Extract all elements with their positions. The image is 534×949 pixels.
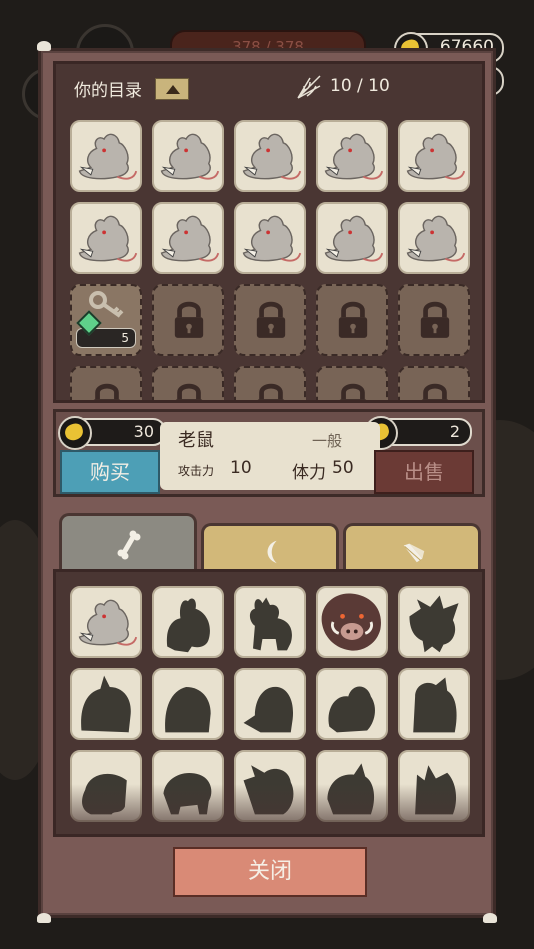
rat-icon (160, 215, 220, 262)
silhouette-icon (409, 595, 459, 653)
feather-icon (403, 543, 425, 563)
inventory-slot-rat[interactable] (152, 120, 224, 192)
inventory-slot-rat[interactable] (152, 202, 224, 274)
bestiary-cell-unknown[interactable] (70, 668, 142, 740)
inventory-slot-locked[interactable] (316, 284, 388, 356)
bone-icon (117, 530, 141, 560)
buy-price-value: 30 (133, 422, 154, 441)
silhouette-icon (249, 597, 292, 651)
rat-icon (78, 215, 138, 262)
rat-icon (78, 133, 138, 180)
collapse-toggle-button[interactable] (155, 78, 189, 100)
lock-icon (174, 301, 204, 338)
item-name: 老鼠 (178, 430, 214, 451)
lock-icon (420, 301, 450, 338)
close-button[interactable]: 关闭 (173, 847, 367, 897)
bestiary-cell-unknown[interactable] (234, 668, 306, 740)
lock-icon (339, 383, 367, 400)
rat-icon (242, 133, 302, 180)
lock-icon (175, 383, 203, 400)
inventory-slot-rat[interactable] (398, 120, 470, 192)
tab-claws[interactable] (201, 523, 339, 575)
inventory-slot-locked[interactable] (234, 284, 306, 356)
bestiary-cell-unknown[interactable] (234, 586, 306, 658)
tab-feathers[interactable] (343, 523, 481, 575)
stamina-label: 体力 (292, 463, 326, 483)
buy-price: 30 (58, 416, 166, 450)
bestiary-cell-unknown[interactable] (398, 586, 470, 658)
lock-icon (338, 301, 368, 338)
inventory-slot-locked[interactable] (70, 366, 142, 400)
inventory-slot-locked[interactable] (152, 284, 224, 356)
inventory-slot-rat[interactable] (234, 120, 306, 192)
boar-icon (321, 593, 381, 651)
item-stats-card: 老鼠 一般 攻击力 10 体力 50 (160, 422, 380, 490)
tab-bones[interactable] (59, 513, 197, 573)
rat-icon (78, 599, 138, 646)
inventory-slot-rat[interactable] (70, 202, 142, 274)
inventory-slot-locked[interactable] (398, 366, 470, 400)
corner-ornament (37, 41, 51, 51)
inventory-slot-key[interactable]: 5 (70, 284, 142, 356)
silhouette-icon (328, 686, 376, 733)
bestiary-cell-unknown[interactable] (152, 586, 224, 658)
silhouette-icon (81, 675, 131, 733)
bestiary-cell-unknown[interactable] (398, 668, 470, 740)
buy-button[interactable]: 购买 (60, 450, 160, 494)
bestiary-grid (53, 569, 485, 837)
stamina-value: 50 (332, 458, 354, 478)
inventory-title: 你的目录 (74, 81, 142, 101)
inventory-slot-locked[interactable] (234, 366, 306, 400)
bestiary-cell-rat[interactable] (70, 586, 142, 658)
silhouette-icon (165, 687, 211, 733)
sell-price: 2 (364, 416, 472, 450)
inventory-slot-rat[interactable] (398, 202, 470, 274)
web-icon (297, 75, 321, 99)
gold-coin-icon (58, 416, 92, 450)
claw-icon (267, 540, 277, 564)
rat-icon (324, 133, 384, 180)
item-rarity: 一般 (312, 432, 343, 450)
lock-icon (256, 301, 286, 338)
inventory-slot-locked[interactable] (316, 366, 388, 400)
inventory-slot-rat[interactable] (234, 202, 306, 274)
sell-button[interactable]: 出售 (374, 450, 474, 494)
lock-icon (421, 383, 449, 400)
rat-icon (406, 133, 466, 180)
item-info-panel: 30 2 老鼠 一般 攻击力 10 体力 50 购买 出售 (53, 409, 485, 497)
silhouette-icon (413, 677, 457, 733)
silhouette-icon (166, 598, 210, 653)
rat-icon (324, 215, 384, 262)
attack-label: 攻击力 (178, 464, 215, 478)
rat-icon (242, 215, 302, 262)
rat-icon (406, 215, 466, 262)
inventory-slot-rat[interactable] (316, 120, 388, 192)
inventory-slot-locked[interactable] (152, 366, 224, 400)
bestiary-cell-unknown[interactable] (152, 668, 224, 740)
bestiary-cell-unknown[interactable] (316, 668, 388, 740)
sell-price-value: 2 (449, 422, 460, 441)
inventory-slot-rat[interactable] (316, 202, 388, 274)
rat-icon (160, 133, 220, 180)
lock-icon (257, 383, 285, 400)
scroll-fade (56, 784, 482, 834)
silhouette-icon (243, 686, 294, 733)
corner-ornament (37, 913, 51, 923)
inventory-slot-locked[interactable] (398, 284, 470, 356)
corner-ornament (483, 913, 497, 923)
lock-icon (93, 383, 121, 400)
shop-panel: 你的目录 10 / 10 5 30 2 老鼠 一般 攻击力 10 体力 50 购… (37, 41, 497, 923)
inventory-slot-rat[interactable] (70, 120, 142, 192)
bestiary-cell-boar[interactable] (316, 586, 388, 658)
inventory-capacity: 10 / 10 (330, 76, 390, 96)
attack-value: 10 (230, 458, 252, 478)
inventory-panel: 你的目录 10 / 10 5 (53, 61, 485, 403)
